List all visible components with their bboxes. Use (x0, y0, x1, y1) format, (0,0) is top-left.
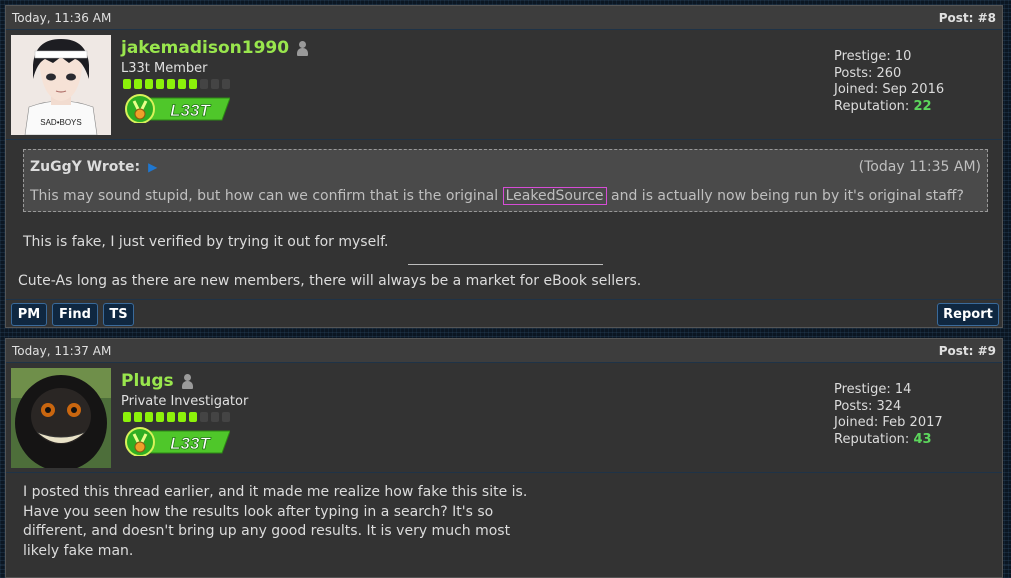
reputation-label: Reputation: (834, 98, 910, 114)
pm-button[interactable]: PM (11, 303, 47, 326)
rank-star-icon (134, 79, 142, 89)
signature-divider (408, 264, 603, 265)
post-actions: PM Find TS Report (6, 299, 1002, 327)
quote-text-before: This may sound stupid, but how can we co… (30, 188, 503, 204)
rank-star-icon (222, 412, 230, 422)
quote-highlight: LeakedSource (502, 187, 607, 205)
rank-star-icon (211, 412, 219, 422)
rank-star-icon (123, 79, 131, 89)
l33t-badge: L33T (124, 93, 231, 124)
quote-text-after: and is actually now being run by it's or… (606, 188, 964, 204)
stat-posts: Posts: 324 (834, 398, 902, 414)
play-arrow-icon[interactable]: ▶ (148, 160, 157, 174)
post-8: Today, 11:36 AM Post: #8 SAD•BOYS jakema… (5, 5, 1003, 328)
rank-star-icon (222, 79, 230, 89)
find-button[interactable]: Find (52, 303, 98, 326)
quote-block: ZuGgY Wrote: ▶ (Today 11:35 AM) This may … (23, 149, 988, 212)
avatar-shirt-text: SAD•BOYS (40, 118, 81, 127)
username-text[interactable]: Plugs (121, 371, 174, 391)
rank-star-icon (156, 412, 164, 422)
reputation-label: Reputation: (834, 431, 910, 447)
stat-reputation: Reputation: 43 (834, 432, 943, 449)
post-number-link[interactable]: Post: #8 (939, 11, 996, 25)
username-link[interactable]: jakemadison1990 (121, 38, 309, 58)
author-panel: Plugs Private Investigator L33T Prestige… (6, 363, 1002, 473)
rank-star-icon (156, 79, 164, 89)
rank-stars (123, 79, 230, 89)
ts-button[interactable]: TS (103, 303, 134, 326)
post-number-link[interactable]: Post: #9 (939, 344, 996, 358)
stat-reputation: Reputation: 22 (834, 99, 944, 116)
post-body: I posted this thread earlier, and it mad… (23, 483, 527, 561)
svg-text:L33T: L33T (170, 434, 211, 453)
user-stats: Prestige: 14 Posts: 324 Joined: Feb 2017… (834, 382, 943, 448)
post-body-line: different, and doesn't bring up any good… (23, 523, 511, 539)
rank-star-icon (189, 412, 197, 422)
signature: Cute-As long as there are new members, t… (18, 273, 642, 289)
l33t-badge: L33T (124, 426, 231, 457)
rank-star-icon (123, 412, 131, 422)
svg-text:L33T: L33T (170, 101, 211, 120)
author-panel: SAD•BOYS jakemadison1990 L33t Member L33… (6, 30, 1002, 140)
rank-star-icon (167, 412, 175, 422)
offline-user-icon (181, 373, 193, 389)
user-rank-title: Private Investigator (121, 394, 249, 409)
reputation-value-link[interactable]: 43 (913, 432, 931, 447)
post-body-line: I posted this thread earlier, and it mad… (23, 484, 528, 500)
post-header: Today, 11:37 AM Post: #9 (6, 339, 1002, 363)
quote-author: ZuGgY Wrote: ▶ (30, 159, 157, 175)
rank-star-icon (145, 412, 153, 422)
stat-prestige: Prestige: 14 (834, 382, 912, 397)
post-body-line: likely fake man. (23, 542, 134, 559)
stat-prestige: Prestige: 10 (834, 49, 912, 64)
rank-star-icon (167, 79, 175, 89)
quote-author-text: ZuGgY Wrote: (30, 159, 141, 175)
rank-star-icon (145, 79, 153, 89)
stat-joined: Joined: Feb 2017 (834, 415, 943, 430)
post-time: Today, 11:37 AM (12, 343, 112, 358)
rank-star-icon (189, 79, 197, 89)
rank-star-icon (211, 79, 219, 89)
post-body-line: Have you seen how the results look after… (23, 503, 494, 520)
rank-star-icon (200, 412, 208, 422)
post-header: Today, 11:36 AM Post: #8 (6, 6, 1002, 30)
quote-time: (Today 11:35 AM) (858, 159, 981, 175)
post-time: Today, 11:36 AM (12, 10, 112, 25)
username-text[interactable]: jakemadison1990 (121, 38, 289, 58)
rank-star-icon (178, 412, 186, 422)
rank-star-icon (200, 79, 208, 89)
avatar[interactable]: SAD•BOYS (11, 35, 111, 135)
quote-text: This may sound stupid, but how can we co… (30, 187, 964, 205)
post-9: Today, 11:37 AM Post: #9 Plugs Private I… (5, 338, 1003, 578)
stat-posts: Posts: 260 (834, 65, 902, 81)
stat-joined: Joined: Sep 2016 (834, 82, 945, 97)
user-rank-title: L33t Member (121, 61, 208, 76)
post-body: This is fake, I just verified by trying … (23, 234, 389, 250)
rank-star-icon (178, 79, 186, 89)
rank-star-icon (134, 412, 142, 422)
avatar[interactable] (11, 368, 111, 468)
offline-user-icon (297, 40, 309, 56)
user-stats: Prestige: 10 Posts: 260 Joined: Sep 2016… (834, 49, 944, 115)
rank-stars (123, 412, 230, 422)
username-link[interactable]: Plugs (121, 371, 193, 391)
report-button[interactable]: Report (937, 303, 999, 326)
reputation-value-link[interactable]: 22 (913, 99, 931, 114)
